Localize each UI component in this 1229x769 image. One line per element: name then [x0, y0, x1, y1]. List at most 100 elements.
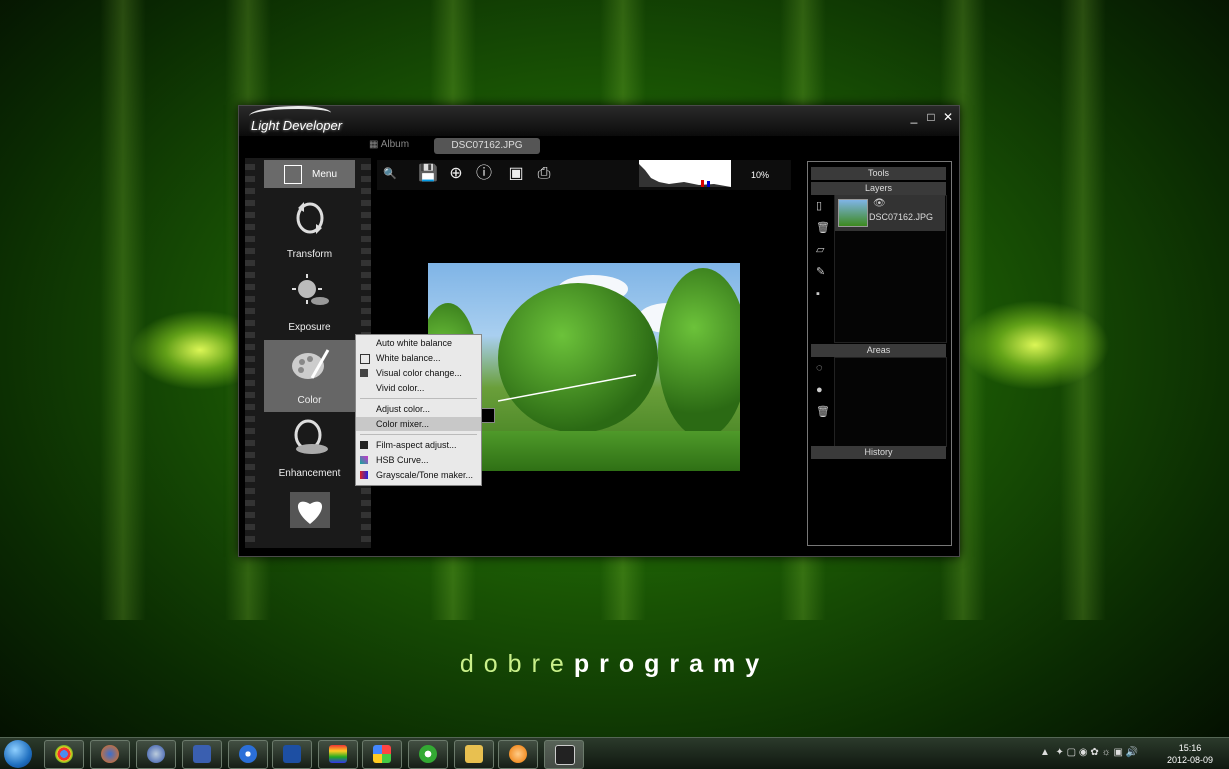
taskbar-chrome[interactable] [44, 740, 84, 769]
transform-icon [296, 202, 324, 234]
info-icon[interactable]: ⓘ [473, 163, 495, 185]
word-icon [283, 745, 301, 763]
enhancement-icon [294, 419, 328, 454]
menu-item-adjust-color[interactable]: Adjust color... [356, 402, 481, 416]
system-tray[interactable]: ▲ ✦ ▢ ◉ ✿ ☼ ▣ 🔊 [1040, 747, 1138, 758]
taskbar-firefox[interactable] [90, 740, 130, 769]
taskbar-app2[interactable] [498, 740, 538, 769]
menu-item-hsb-curve[interactable]: HSB Curve... [356, 453, 481, 467]
taskbar-utorrent[interactable] [408, 740, 448, 769]
windows-icon [373, 745, 391, 763]
exposure-icon [292, 274, 329, 305]
layer-name: DSC07162.JPG [869, 212, 934, 222]
tab-album[interactable]: ▦ Album [369, 139, 409, 150]
app-logo: Light Developer [251, 118, 343, 133]
eye-icon[interactable]: 👁 [873, 198, 886, 209]
history-header[interactable]: History [811, 446, 946, 459]
chrome-icon [55, 745, 73, 763]
film-icon [360, 441, 368, 449]
grid-icon: ▦ [369, 139, 381, 150]
taskbar-app[interactable] [318, 740, 358, 769]
clock-date: 2012-08-09 [1166, 755, 1214, 765]
minimize-button[interactable]: _ [907, 110, 921, 124]
menu-item-white-balance[interactable]: White balance... [356, 351, 481, 365]
menu-button[interactable]: Menu [264, 160, 355, 188]
taskbar-thunderbird[interactable] [136, 740, 176, 769]
taskbar-explorer[interactable] [454, 740, 494, 769]
selection-line [498, 374, 637, 402]
print-icon[interactable]: ⎙ [533, 163, 555, 185]
zoom-icon[interactable]: 🔍 [379, 163, 401, 185]
feather-icon [555, 745, 575, 765]
pencil-icon[interactable]: ✎ [816, 266, 828, 278]
zoom-level: 10% [751, 170, 770, 180]
close-button[interactable]: ✕ [941, 110, 955, 124]
add-icon[interactable]: ⊕ [445, 163, 467, 185]
trash-icon[interactable]: 🗑 [816, 222, 830, 234]
taskbar-windows[interactable] [362, 740, 402, 769]
grid-icon [360, 369, 368, 377]
taskbar-word[interactable] [272, 740, 312, 769]
curve-icon [360, 456, 368, 464]
shape-icon[interactable]: ● [816, 384, 828, 396]
floppy-icon [193, 745, 211, 763]
lasso-icon[interactable]: ◌ [816, 362, 828, 374]
clock[interactable]: 15:16 2012-08-09 [1160, 742, 1220, 766]
film-holes [245, 158, 255, 548]
taskbar: ▲ ✦ ▢ ◉ ✿ ☼ ▣ 🔊 15:16 2012-08-09 [0, 737, 1229, 769]
taskbar-light-developer[interactable] [544, 740, 584, 769]
firefox-icon [101, 745, 119, 763]
tools-header[interactable]: Tools [811, 167, 946, 180]
tree [498, 283, 658, 433]
color-context-menu: Auto white balance White balance... Visu… [355, 334, 482, 486]
white-balance-icon [360, 354, 370, 364]
areas-list [834, 357, 947, 447]
new-layer-icon[interactable]: ▯ [816, 200, 828, 212]
menu-item-color-mixer[interactable]: Color mixer... [356, 417, 481, 431]
save-layer-icon[interactable]: ▪ [816, 288, 828, 300]
menu-item-grayscale-tone-maker[interactable]: Grayscale/Tone maker... [356, 468, 481, 482]
tool-color[interactable]: Color [264, 340, 355, 412]
layer-thumbnail [838, 199, 868, 227]
brand-logo: dobreprogramy [459, 650, 770, 678]
layers-header[interactable]: Layers [811, 182, 946, 195]
utorrent-icon [419, 745, 437, 763]
tool-mask[interactable] [264, 486, 355, 531]
palette-icon [292, 349, 330, 379]
tab-file[interactable]: DSC07162.JPG [434, 138, 540, 154]
menu-item-vivid-color[interactable]: Vivid color... [356, 381, 481, 395]
menu-icon [284, 165, 302, 184]
folder-icon [465, 745, 483, 763]
add-image-icon[interactable]: ▣ [505, 163, 527, 185]
areas-header[interactable]: Areas [811, 344, 946, 357]
menu-item-film-aspect-adjust[interactable]: Film-aspect adjust... [356, 438, 481, 452]
trash-icon[interactable]: 🗑 [816, 406, 830, 418]
save-icon[interactable]: 💾 [417, 163, 439, 185]
wallpaper-stripe [100, 0, 146, 620]
tree [658, 268, 740, 438]
menu-item-visual-color-change[interactable]: Visual color change... [356, 366, 481, 380]
menu-separator [360, 434, 477, 435]
wallpaper-glow [960, 300, 1110, 390]
layer-icon[interactable]: ▱ [816, 244, 828, 256]
play-icon [239, 745, 257, 763]
start-button[interactable] [4, 740, 32, 768]
menu-separator [360, 398, 477, 399]
colorbar-icon [329, 745, 347, 763]
layer-row[interactable]: 👁 DSC07162.JPG [835, 195, 945, 231]
tool-exposure[interactable]: Exposure [264, 267, 355, 339]
clock-time: 15:16 [1178, 743, 1202, 753]
taskbar-media-player[interactable] [228, 740, 268, 769]
right-panel: Tools Layers 👁 DSC07162.JPG ▯ 🗑 ▱ ✎ ▪ Ar… [807, 161, 952, 546]
maximize-button[interactable]: □ [924, 110, 938, 124]
taskbar-floppy[interactable] [182, 740, 222, 769]
thunderbird-icon [147, 745, 165, 763]
title-bar[interactable]: Light Developer _ □ ✕ [239, 106, 959, 136]
light-developer-window: Light Developer _ □ ✕ ▦ Album DSC07162.J… [238, 105, 960, 557]
menu-item-auto-white-balance[interactable]: Auto white balance [356, 336, 481, 350]
tool-transform[interactable]: Transform [264, 194, 355, 266]
tool-strip: Menu Transform Exposure Color Enhancemen… [245, 158, 371, 548]
tone-icon [360, 471, 368, 479]
mask-icon [290, 492, 330, 528]
tool-enhancement[interactable]: Enhancement [264, 413, 355, 485]
